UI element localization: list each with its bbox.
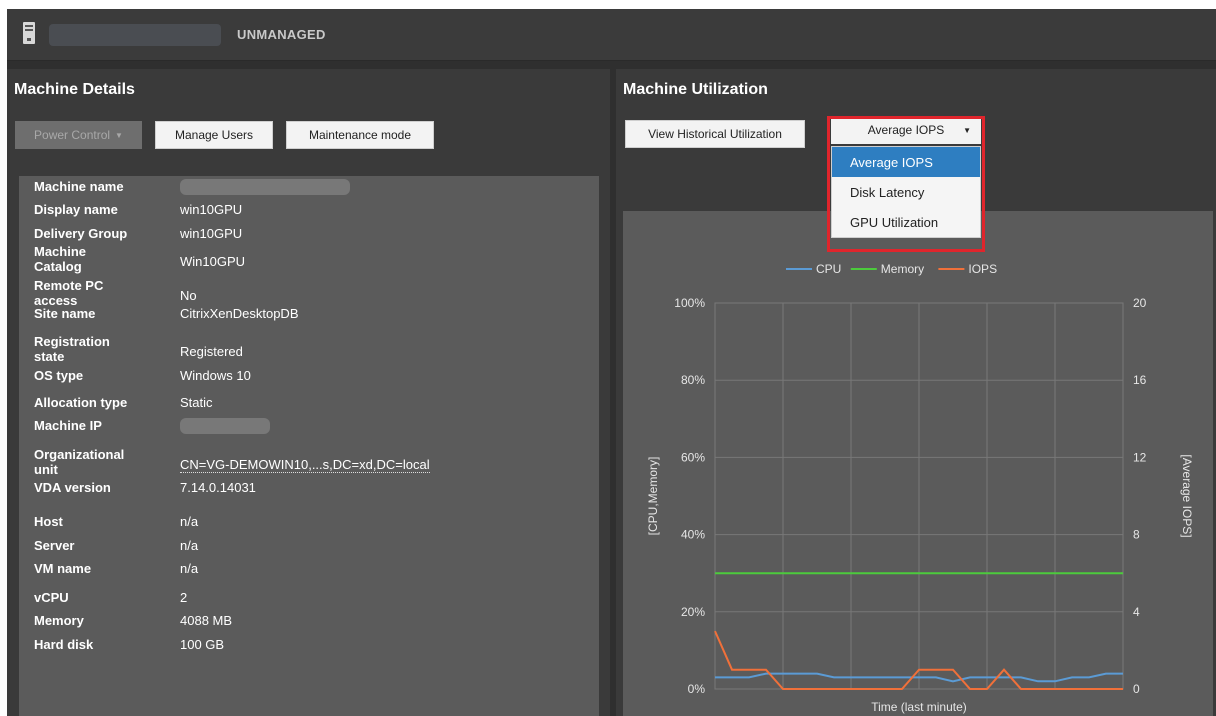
detail-value: CitrixXenDesktopDB — [180, 306, 299, 321]
detail-key: Hard disk — [34, 637, 94, 652]
detail-value: 2 — [180, 590, 188, 605]
detail-value: Win10GPU — [180, 254, 246, 269]
y-axis-title: [CPU,Memory] — [646, 457, 660, 536]
y2-tick-label: 20 — [1133, 296, 1147, 310]
machine-icon — [23, 22, 35, 44]
detail-value: 4088 MB — [180, 613, 233, 628]
top-bar: UNMANAGED — [7, 9, 1216, 61]
machine-utilization-panel: Machine Utilization View Historical Util… — [616, 69, 1216, 716]
power-control-button[interactable]: Power Control ▼ — [15, 121, 142, 149]
detail-key: Delivery Group — [34, 226, 128, 241]
caret-down-icon: ▼ — [115, 130, 123, 140]
detail-key: Machine Catalog — [34, 244, 87, 274]
y2-tick-label: 8 — [1133, 528, 1140, 542]
view-historical-utilization-button[interactable]: View Historical Utilization — [625, 120, 805, 148]
y-tick-label: 40% — [681, 528, 705, 542]
chart-svg: 0% 0 20% 4 40% 8 60% 12 80% 16 100% 20 [CPU,Memory] [… — [646, 262, 1194, 714]
detail-value: n/a — [180, 514, 199, 529]
detail-key: VM name — [34, 561, 92, 576]
detail-key: Machine IP — [34, 418, 102, 433]
maintenance-mode-button[interactable]: Maintenance mode — [286, 121, 434, 149]
detail-key: Machine name — [34, 179, 124, 194]
detail-key: Site name — [34, 306, 96, 321]
redacted-value-blur — [180, 179, 350, 195]
x-axis-title: Time (last minute) — [871, 700, 967, 714]
detail-value: Static — [180, 395, 213, 410]
detail-key: Display name — [34, 202, 118, 217]
y-tick-label: 20% — [681, 605, 705, 619]
y2-tick-label: 12 — [1133, 450, 1147, 464]
redacted-value — [180, 179, 350, 198]
metric-select[interactable]: Average IOPS ▼ — [831, 116, 981, 144]
detail-value: win10GPU — [180, 226, 243, 241]
detail-key: Host — [34, 514, 63, 529]
metric-select-value: Average IOPS — [867, 123, 945, 137]
y-tick-label: 60% — [681, 450, 705, 464]
detail-value: n/a — [180, 538, 199, 553]
detail-key: vCPU — [34, 590, 69, 605]
machine-utilization-title: Machine Utilization — [623, 81, 768, 98]
y-tick-label: 0% — [688, 682, 706, 696]
legend-entry: Memory — [881, 262, 924, 276]
y2-axis-title: [Average IOPS] — [1180, 454, 1194, 537]
y2-tick-label: 0 — [1133, 682, 1140, 696]
detail-key: Allocation type — [34, 395, 128, 410]
y2-tick-label: 4 — [1133, 605, 1140, 619]
detail-key: Server — [34, 538, 75, 553]
detail-value: No — [180, 288, 197, 303]
caret-down-icon: ▼ — [963, 126, 971, 135]
detail-key: Registration state — [34, 334, 110, 364]
detail-value: Windows 10 — [180, 368, 251, 383]
legend-entry: CPU — [816, 262, 841, 276]
detail-key: OS type — [34, 368, 84, 383]
machine-details-page: UNMANAGED Machine Details Power Control … — [7, 9, 1216, 716]
option-average-iops[interactable]: Average IOPS — [832, 147, 980, 177]
machine-details-title: Machine Details — [14, 81, 135, 98]
option-disk-latency[interactable]: Disk Latency — [832, 177, 980, 207]
machine-details-panel: Machine Details Power Control ▼ Manage U… — [7, 69, 610, 716]
detail-value: 100 GB — [180, 637, 225, 652]
detail-value: n/a — [180, 561, 199, 576]
power-control-label: Power Control — [34, 128, 111, 142]
y-tick-label: 100% — [674, 296, 705, 310]
redacted-value-blur — [180, 418, 270, 434]
detail-key: Remote PC access — [34, 278, 104, 308]
redacted-value — [180, 418, 270, 437]
y-tick-label: 80% — [681, 373, 705, 387]
detail-value: Registered — [180, 344, 243, 359]
detail-key: Memory — [34, 613, 84, 628]
detail-key: Organizational unit — [34, 447, 125, 477]
manage-users-button[interactable]: Manage Users — [155, 121, 273, 149]
organizational-unit-link[interactable]: CN=VG-DEMOWIN10,...s,DC=xd,DC=local — [180, 457, 430, 473]
machine-details-list: Machine name Display name win10GPU Delivery… — [19, 176, 599, 716]
detail-value: win10GPU — [180, 202, 243, 217]
machine-name-redacted — [49, 24, 221, 46]
detail-key: VDA version — [34, 480, 111, 495]
legend-entry: IOPS — [968, 262, 997, 276]
detail-value: 7.14.0.14031 — [180, 480, 256, 495]
status-badge: UNMANAGED — [237, 27, 326, 42]
utilization-chart: 0% 0 20% 4 40% 8 60% 12 80% 16 100% 20 [CPU,Memory] [… — [623, 211, 1213, 716]
y2-tick-label: 16 — [1133, 373, 1147, 387]
metric-dropdown-menu: Average IOPS Disk Latency GPU Utilizatio… — [831, 146, 981, 238]
option-gpu-utilization[interactable]: GPU Utilization — [832, 207, 980, 237]
